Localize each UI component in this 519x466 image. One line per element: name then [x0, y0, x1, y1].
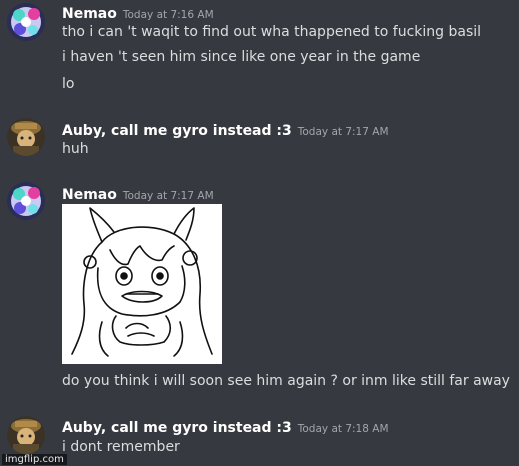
message-header: Nemao Today at 7:16 AM [62, 3, 214, 22]
username[interactable]: Auby, call me gyro instead :3 [62, 123, 292, 139]
username[interactable]: Auby, call me gyro instead :3 [62, 420, 292, 436]
username[interactable]: Nemao [62, 6, 117, 22]
image-attachment[interactable] [62, 204, 222, 364]
message-text: i dont remember [62, 439, 180, 455]
timestamp: Today at 7:18 AM [297, 423, 389, 435]
message-text: do you think i will soon see him again ?… [62, 373, 510, 389]
avatar[interactable] [7, 3, 45, 41]
message-header: Nemao Today at 7:17 AM [62, 184, 214, 203]
timestamp: Today at 7:17 AM [297, 126, 389, 138]
avatar[interactable] [7, 182, 45, 220]
message-text: i haven 't seen him since like one year … [62, 49, 421, 65]
message-text: huh [62, 141, 89, 157]
username[interactable]: Nemao [62, 187, 117, 203]
timestamp: Today at 7:16 AM [122, 9, 214, 21]
message-header: Auby, call me gyro instead :3 Today at 7:… [62, 417, 389, 436]
avatar[interactable] [7, 118, 45, 156]
message-text: lo [62, 76, 75, 92]
watermark: imgflip.com [2, 454, 67, 465]
avatar[interactable] [7, 416, 45, 454]
message-header: Auby, call me gyro instead :3 Today at 7:… [62, 120, 389, 139]
timestamp: Today at 7:17 AM [122, 190, 214, 202]
message-text: tho i can 't waqit to find out wha thapp… [62, 24, 482, 40]
